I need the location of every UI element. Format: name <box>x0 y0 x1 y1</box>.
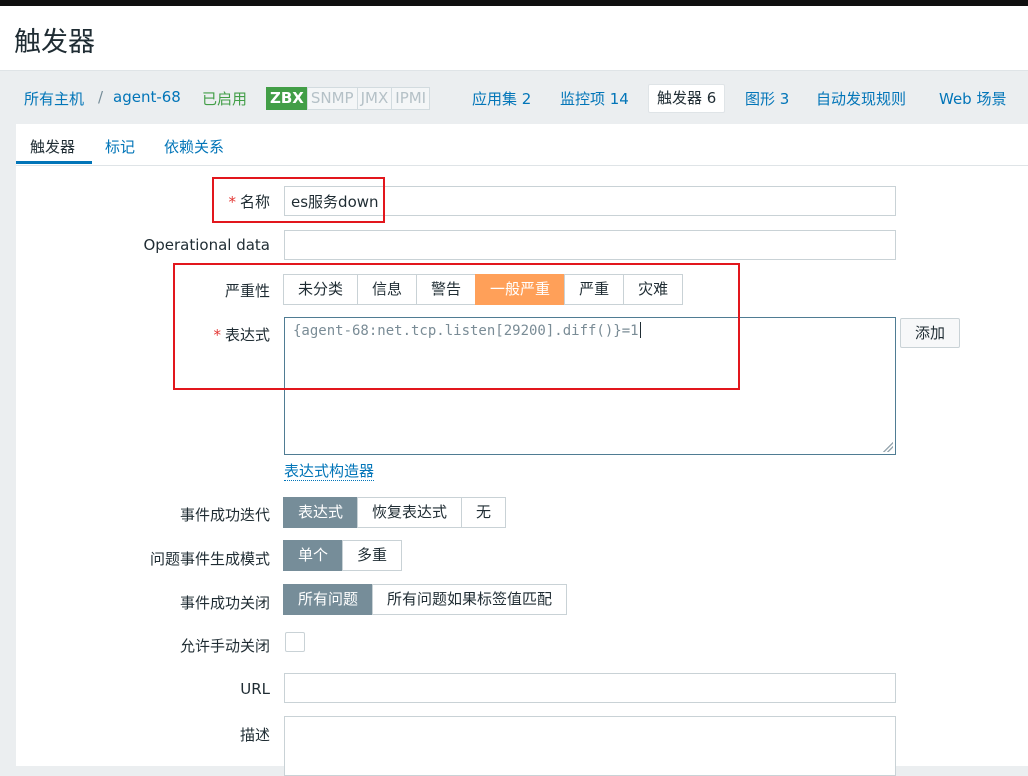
ipmi-badge: IPMI <box>391 87 431 110</box>
problem-mode-single[interactable]: 单个 <box>283 540 344 571</box>
name-label: * 名称 <box>228 191 270 212</box>
page-header: 触发器 <box>0 6 1028 71</box>
nav-triggers[interactable]: 触发器 6 <box>648 84 726 113</box>
ok-close-label: 事件成功关闭 <box>179 594 270 612</box>
ok-event-recovery-expression[interactable]: 恢复表达式 <box>357 497 463 528</box>
expression-label: * 表达式 <box>213 324 270 345</box>
url-input[interactable] <box>284 673 896 703</box>
add-expression-button[interactable]: 添加 <box>900 318 961 348</box>
severity-information[interactable]: 信息 <box>357 274 418 305</box>
tab-tags[interactable]: 标记 <box>105 136 135 157</box>
ok-event-label: 事件成功迭代 <box>179 506 270 524</box>
breadcrumb-all-hosts[interactable]: 所有主机 <box>24 88 84 109</box>
name-label-text: 名称 <box>239 193 270 211</box>
expression-text: {agent-68:net.tcp.listen[29200].diff()}=… <box>293 323 639 339</box>
ok-event-selector: 表达式 恢复表达式 无 <box>283 497 507 528</box>
severity-label: 严重性 <box>224 282 270 300</box>
ok-event-none[interactable]: 无 <box>461 497 507 528</box>
problem-mode-multiple[interactable]: 多重 <box>342 540 403 571</box>
ok-close-selector: 所有问题 所有问题如果标签值匹配 <box>283 584 568 615</box>
text-caret <box>639 322 641 338</box>
ok-close-all-problems[interactable]: 所有问题 <box>283 584 374 615</box>
ok-event-expression[interactable]: 表达式 <box>283 497 359 528</box>
availability-badges: ZBX SNMP JMX IPMI <box>266 87 431 110</box>
severity-average[interactable]: 一般严重 <box>475 274 566 305</box>
tab-dependencies[interactable]: 依赖关系 <box>164 136 224 157</box>
page-title: 触发器 <box>14 27 95 58</box>
breadcrumb-host[interactable]: agent-68 <box>113 88 181 106</box>
required-marker: * <box>213 326 221 344</box>
description-label: 描述 <box>239 726 270 744</box>
expression-textarea[interactable]: {agent-68:net.tcp.listen[29200].diff()}=… <box>284 317 896 455</box>
required-marker: * <box>228 193 236 211</box>
active-tab-indicator <box>16 161 92 164</box>
severity-warning[interactable]: 警告 <box>416 274 477 305</box>
nav-items[interactable]: 监控项 14 <box>560 88 629 109</box>
description-textarea[interactable] <box>284 716 896 776</box>
opdata-input[interactable] <box>284 230 896 260</box>
host-status-enabled[interactable]: 已启用 <box>202 88 247 109</box>
nav-web-scenarios[interactable]: Web 场景 <box>939 88 1006 109</box>
ok-close-tag-match[interactable]: 所有问题如果标签值匹配 <box>372 584 568 615</box>
problem-mode-selector: 单个 多重 <box>283 540 403 571</box>
severity-selector: 未分类 信息 警告 一般严重 严重 灾难 <box>283 274 684 305</box>
resize-grip-icon[interactable] <box>883 442 893 452</box>
breadcrumb-separator: / <box>98 88 104 106</box>
expression-label-text: 表达式 <box>224 326 270 344</box>
manual-close-checkbox[interactable] <box>285 632 305 652</box>
trigger-form-panel: 触发器 标记 依赖关系 *名称 Operational data 严重性 未分类… <box>16 124 1028 776</box>
severity-not-classified[interactable]: 未分类 <box>283 274 359 305</box>
url-label: URL <box>240 680 270 698</box>
tab-trigger[interactable]: 触发器 <box>30 136 75 157</box>
form-tabs: 触发器 标记 依赖关系 <box>16 124 1028 166</box>
severity-disaster[interactable]: 灾难 <box>623 274 684 305</box>
problem-mode-label: 问题事件生成模式 <box>149 550 270 568</box>
opdata-label: Operational data <box>143 236 270 254</box>
host-navigation: 所有主机 / agent-68 已启用 ZBX SNMP JMX IPMI 应用… <box>0 71 1028 121</box>
expression-builder-link[interactable]: 表达式构造器 <box>284 462 375 481</box>
zbx-badge: ZBX <box>266 87 308 110</box>
jmx-badge: JMX <box>356 87 393 110</box>
nav-applications[interactable]: 应用集 2 <box>472 88 531 109</box>
nav-graphs[interactable]: 图形 3 <box>745 88 789 109</box>
nav-discovery-rules[interactable]: 自动发现规则 <box>816 88 906 109</box>
snmp-badge: SNMP <box>306 87 358 110</box>
severity-high[interactable]: 严重 <box>564 274 625 305</box>
name-input[interactable] <box>284 186 896 216</box>
manual-close-label: 允许手动关闭 <box>179 637 270 655</box>
